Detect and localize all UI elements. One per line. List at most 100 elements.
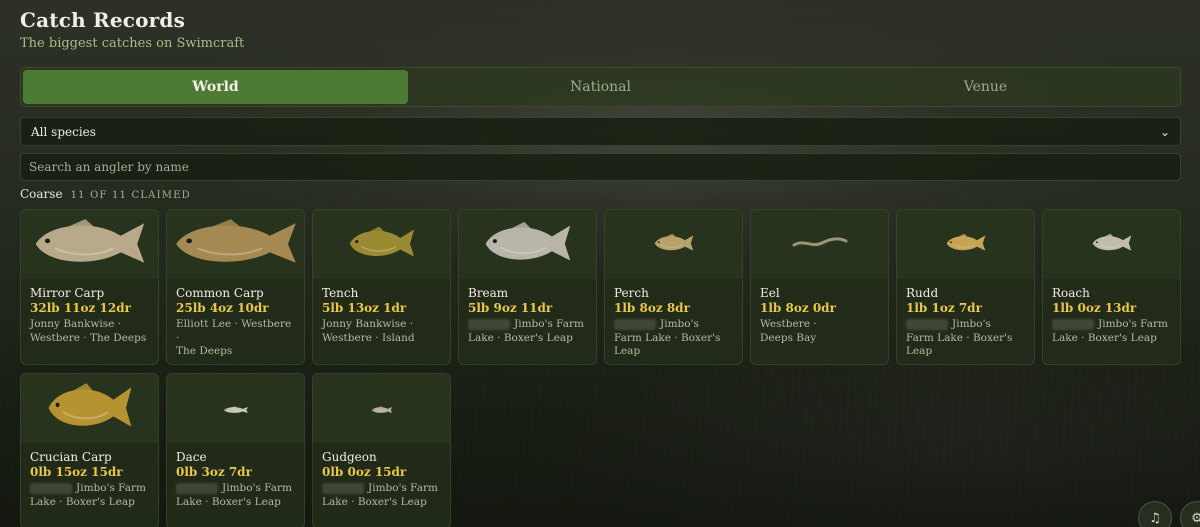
angler-line-2: The Deeps (176, 345, 233, 357)
angler-venue: Westbere · Deeps Bay (760, 318, 880, 345)
record-card[interactable]: Mirror Carp 32lb 11oz 12dr Jonny Bankwis… (20, 209, 159, 365)
settings-icon: ⚙ (1191, 510, 1200, 526)
fish-image (1043, 210, 1180, 279)
eel-icon (792, 235, 848, 254)
record-weight: 0lb 0oz 15dr (322, 465, 407, 479)
fish-image (313, 210, 450, 279)
record-card[interactable]: Crucian Carp 0lb 15oz 15dr Jimbo's Farm L… (20, 373, 159, 527)
fish-name: Mirror Carp (30, 286, 105, 300)
fish-name: Perch (614, 286, 649, 300)
record-weight: 5lb 13oz 1dr (322, 301, 407, 315)
record-card[interactable]: Dace 0lb 3oz 7dr Jimbo's Farm Lake · Boxe… (166, 373, 305, 527)
hidden-angler-name (614, 318, 656, 330)
angler-line-1: Jimbo's Farm (222, 482, 292, 494)
angler-line-2: Lake · Boxer's Leap (1052, 331, 1157, 344)
page-header: Catch Records The biggest catches on Swi… (20, 8, 244, 51)
record-card[interactable]: Eel 1lb 8oz 0dr Westbere · Deeps Bay (750, 209, 889, 365)
dace-icon (223, 399, 249, 418)
record-card[interactable]: Gudgeon 0lb 0oz 15dr Jimbo's Farm Lake · … (312, 373, 451, 527)
angler-line-1: Jonny Bankwise · (322, 318, 414, 330)
record-card[interactable]: Tench 5lb 13oz 1dr Jonny Bankwise · Westb… (312, 209, 451, 365)
angler-line-1: Jimbo's Farm (1098, 318, 1168, 330)
tab-world[interactable]: World (23, 70, 408, 104)
hidden-angler-name (906, 318, 948, 330)
fish-name: Bream (468, 286, 509, 300)
rudd-icon (945, 233, 987, 257)
perch-icon (653, 233, 695, 257)
angler-line-1: Jimbo's Farm (368, 482, 438, 494)
claimed-count: 11 OF 11 CLAIMED (70, 190, 191, 201)
angler-venue: Jimbo's Farm Lake · Boxer's Leap (1052, 318, 1172, 345)
record-weight: 32lb 11oz 12dr (30, 301, 131, 315)
species-select[interactable]: All species ⌄ (20, 117, 1181, 146)
scope-tabs: World National Venue (20, 67, 1181, 107)
tench-icon (347, 225, 417, 265)
fish-image (167, 374, 304, 443)
record-card[interactable]: Perch 1lb 8oz 8dr Jimbo's Farm Lake · Box… (604, 209, 743, 365)
fish-image (167, 210, 304, 279)
angler-line-1: Westbere · (760, 318, 817, 330)
angler-line-2: Farm Lake · Boxer's (614, 331, 721, 344)
angler-line-1: Elliott Lee · Westbere · (176, 318, 292, 344)
angler-line-2: Lake · Boxer's Leap (322, 495, 427, 508)
fish-name: Tench (322, 286, 359, 300)
music-button[interactable]: ♫ (1138, 501, 1172, 527)
record-weight: 25lb 4oz 10dr (176, 301, 269, 315)
fish-name: Dace (176, 450, 207, 464)
fish-name: Eel (760, 286, 780, 300)
angler-line-2: Westbere · The Deeps (30, 331, 147, 344)
page-title: Catch Records (20, 8, 186, 32)
fish-name: Roach (1052, 286, 1090, 300)
gudgeon-icon (371, 399, 393, 418)
hidden-angler-name (468, 318, 510, 330)
fish-image (21, 210, 158, 279)
fish-name: Gudgeon (322, 450, 377, 464)
species-select-value: All species (31, 124, 96, 139)
angler-venue: Jonny Bankwise · Westbere · The Deeps (30, 318, 150, 345)
fish-image (21, 374, 158, 443)
angler-line-1: Jimbo's (660, 318, 699, 330)
record-card[interactable]: Bream 5lb 9oz 11dr Jimbo's Farm Lake · Bo… (458, 209, 597, 365)
tab-national[interactable]: National (408, 70, 793, 104)
angler-line-1: Jonny Bankwise · (30, 318, 122, 330)
angler-venue: Jonny Bankwise · Westbere · Island (322, 318, 442, 345)
record-weight: 0lb 3oz 7dr (176, 465, 252, 479)
angler-line-3: Leap (906, 345, 933, 357)
record-card[interactable]: Common Carp 25lb 4oz 10dr Elliott Lee · … (166, 209, 305, 365)
hidden-angler-name (322, 482, 364, 494)
angler-venue: Jimbo's Farm Lake · Boxer's Leap (322, 482, 442, 509)
tab-venue[interactable]: Venue (793, 70, 1178, 104)
angler-line-1: Jimbo's Farm (514, 318, 584, 330)
record-card[interactable]: Roach 1lb 0oz 13dr Jimbo's Farm Lake · Bo… (1042, 209, 1181, 365)
hidden-angler-name (1052, 318, 1094, 330)
crucian-carp-icon (45, 381, 135, 437)
fish-image (897, 210, 1034, 279)
fish-name: Common Carp (176, 286, 264, 300)
settings-button[interactable]: ⚙ (1180, 501, 1200, 527)
record-weight: 1lb 8oz 8dr (614, 301, 690, 315)
chevron-down-icon: ⌄ (1159, 124, 1170, 139)
fish-image (751, 210, 888, 279)
fish-image (459, 210, 596, 279)
angler-line-2: Lake · Boxer's Leap (468, 331, 573, 344)
record-card[interactable]: Rudd 1lb 1oz 7dr Jimbo's Farm Lake · Boxe… (896, 209, 1035, 365)
record-weight: 1lb 0oz 13dr (1052, 301, 1137, 315)
section-header: Coarse 11 OF 11 CLAIMED (20, 187, 191, 201)
common-carp-icon (171, 217, 301, 273)
bream-icon (482, 220, 574, 270)
fish-image (313, 374, 450, 443)
roach-icon (1091, 233, 1133, 257)
angler-line-2: Lake · Boxer's Leap (30, 495, 135, 508)
record-weight: 1lb 1oz 7dr (906, 301, 982, 315)
angler-search-input[interactable] (20, 153, 1181, 181)
angler-venue: Jimbo's Farm Lake · Boxer's Leap (614, 318, 734, 359)
angler-line-2: Lake · Boxer's Leap (176, 495, 281, 508)
angler-line-2: Farm Lake · Boxer's (906, 331, 1013, 344)
angler-venue: Jimbo's Farm Lake · Boxer's Leap (176, 482, 296, 509)
mirror-carp-icon (31, 217, 149, 273)
angler-line-2: Deeps Bay (760, 331, 817, 344)
fish-name: Rudd (906, 286, 939, 300)
angler-line-3: Leap (614, 345, 641, 357)
angler-line-1: Jimbo's (952, 318, 991, 330)
section-title: Coarse (20, 187, 63, 201)
